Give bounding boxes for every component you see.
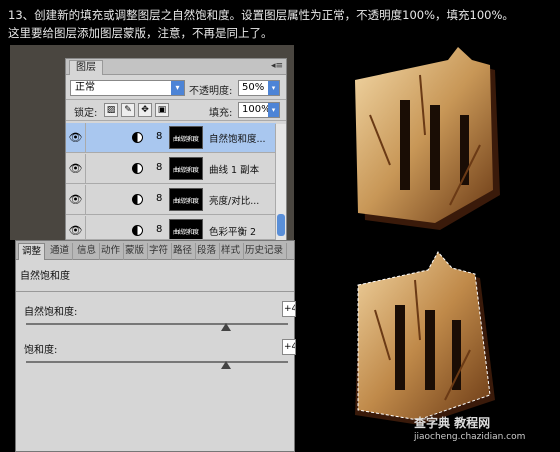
adjustment-layer-icon bbox=[132, 194, 143, 205]
saturation-slider-track[interactable] bbox=[26, 361, 288, 363]
adjustment-title: 自然饱和度 bbox=[20, 271, 70, 282]
layer-row[interactable]: 👁 8 曲线饱和度 色彩平衡 2 bbox=[66, 216, 276, 240]
vibrance-value-field[interactable]: +4 bbox=[282, 301, 296, 317]
saturation-label: 饱和度: bbox=[24, 345, 58, 356]
saturation-slider-thumb[interactable] bbox=[221, 361, 231, 369]
opacity-value: 50% bbox=[242, 82, 265, 93]
chain-link-icon[interactable]: 8 bbox=[156, 224, 162, 235]
tab-adjustments[interactable]: 调整 bbox=[18, 243, 46, 260]
layers-scrollbar[interactable] bbox=[275, 124, 286, 241]
lock-label: 锁定: bbox=[74, 108, 98, 119]
eye-icon[interactable]: 👁 bbox=[66, 154, 86, 183]
vibrance-slider-thumb[interactable] bbox=[221, 323, 231, 331]
layer-name: 自然饱和度... bbox=[209, 134, 266, 145]
tab-info[interactable]: 信息 bbox=[74, 243, 101, 260]
lock-position-icon[interactable]: ✥ bbox=[138, 103, 152, 117]
adjustment-layer-icon bbox=[132, 163, 143, 174]
saturation-value-field[interactable]: +4 bbox=[282, 339, 296, 355]
tab-masks[interactable]: 蒙版 bbox=[122, 243, 149, 260]
eye-icon[interactable]: 👁 bbox=[66, 216, 86, 239]
layer-row[interactable]: 👁 8 曲线饱和度 自然饱和度... bbox=[66, 123, 276, 153]
tab-actions[interactable]: 动作 bbox=[98, 243, 125, 260]
chain-link-icon[interactable]: 8 bbox=[156, 193, 162, 204]
lock-paint-icon[interactable]: ✎ bbox=[121, 103, 135, 117]
scrollbar-thumb[interactable] bbox=[277, 214, 285, 236]
layers-panel-body: 图层 ◂≡ 正常 ▾ 不透明度: 50% ▾ 锁定: ▨ ✎ ✥ ▣ 填充: 1… bbox=[65, 58, 287, 241]
dropdown-arrow-icon: ▾ bbox=[171, 81, 184, 95]
layer-name: 曲线 1 副本 bbox=[209, 165, 260, 176]
layer-mask-thumbnail[interactable]: 曲线饱和度 bbox=[169, 188, 203, 211]
layer-mask-thumbnail[interactable]: 曲线饱和度 bbox=[169, 126, 203, 149]
tab-styles[interactable]: 样式 bbox=[218, 243, 245, 260]
opacity-field[interactable]: 50% ▾ bbox=[238, 80, 280, 96]
adjustment-layer-icon bbox=[132, 132, 143, 143]
opacity-label: 不透明度: bbox=[189, 86, 233, 97]
lock-transparent-icon[interactable]: ▨ bbox=[104, 103, 118, 117]
dropdown-arrow-icon[interactable]: ▾ bbox=[268, 81, 279, 95]
tab-history[interactable]: 历史记录 bbox=[242, 243, 288, 260]
tab-character[interactable]: 字符 bbox=[146, 243, 173, 260]
instruction-line-1: 13、创建新的填充或调整图层之自然饱和度。设置图层属性为正常，不透明度100%，… bbox=[8, 8, 514, 22]
fill-field[interactable]: 100% ▾ bbox=[238, 102, 280, 118]
layer-row[interactable]: 👁 8 曲线饱和度 亮度/对比... bbox=[66, 185, 276, 215]
eye-icon[interactable]: 👁 bbox=[66, 185, 86, 214]
layer-mask-thumbnail[interactable]: 曲线饱和度 bbox=[169, 157, 203, 180]
layer-mask-thumbnail[interactable]: 曲线饱和度 bbox=[169, 219, 203, 239]
adjustments-tab-bar: 调整 通道 信息 动作 蒙版 字符 路径 段落 样式 历史记录 bbox=[16, 241, 294, 260]
artwork-preview-bottom bbox=[355, 251, 495, 425]
lock-row: 锁定: ▨ ✎ ✥ ▣ 填充: 100% ▾ bbox=[66, 99, 286, 121]
instruction-text: 13、创建新的填充或调整图层之自然饱和度。设置图层属性为正常，不透明度100%，… bbox=[8, 6, 553, 42]
tab-paragraph[interactable]: 段落 bbox=[194, 243, 221, 260]
watermark-title: 查字典 教程网 bbox=[414, 416, 491, 430]
fill-value: 100% bbox=[242, 104, 271, 115]
eye-icon[interactable]: 👁 bbox=[66, 123, 86, 152]
layers-tab-bar: 图层 ◂≡ bbox=[66, 59, 286, 75]
artwork-preview-top bbox=[355, 47, 500, 230]
lock-all-icon[interactable]: ▣ bbox=[155, 103, 169, 117]
layers-panel: 图层 ◂≡ 正常 ▾ 不透明度: 50% ▾ 锁定: ▨ ✎ ✥ ▣ 填充: 1… bbox=[10, 45, 294, 241]
chain-link-icon[interactable]: 8 bbox=[156, 131, 162, 142]
watermark-url: jiaocheng.chazidian.com bbox=[414, 432, 526, 442]
instruction-line-2: 这里要给图层添加图层蒙版，注意，不再是同上了。 bbox=[8, 26, 273, 40]
divider bbox=[16, 291, 294, 292]
chain-link-icon[interactable]: 8 bbox=[156, 162, 162, 173]
tab-paths[interactable]: 路径 bbox=[170, 243, 197, 260]
tab-layers[interactable]: 图层 bbox=[69, 60, 103, 75]
vibrance-slider-track[interactable] bbox=[26, 323, 288, 325]
layer-name: 亮度/对比... bbox=[209, 196, 260, 207]
adjustment-layer-icon bbox=[132, 225, 143, 236]
blend-mode-select[interactable]: 正常 ▾ bbox=[70, 80, 185, 96]
dropdown-arrow-icon[interactable]: ▾ bbox=[268, 103, 279, 117]
blend-mode-value: 正常 bbox=[75, 82, 95, 93]
fill-label: 填充: bbox=[209, 108, 233, 119]
adjustments-panel: 调整 通道 信息 动作 蒙版 字符 路径 段落 样式 历史记录 自然饱和度 自然… bbox=[15, 240, 296, 452]
panel-menu-icon[interactable]: ◂≡ bbox=[271, 61, 283, 71]
layer-name: 色彩平衡 2 bbox=[209, 227, 257, 238]
layer-row[interactable]: 👁 8 曲线饱和度 曲线 1 副本 bbox=[66, 154, 276, 184]
canvas-background bbox=[10, 45, 65, 240]
vibrance-label: 自然饱和度: bbox=[24, 307, 78, 318]
tab-channels[interactable]: 通道 bbox=[47, 243, 74, 260]
